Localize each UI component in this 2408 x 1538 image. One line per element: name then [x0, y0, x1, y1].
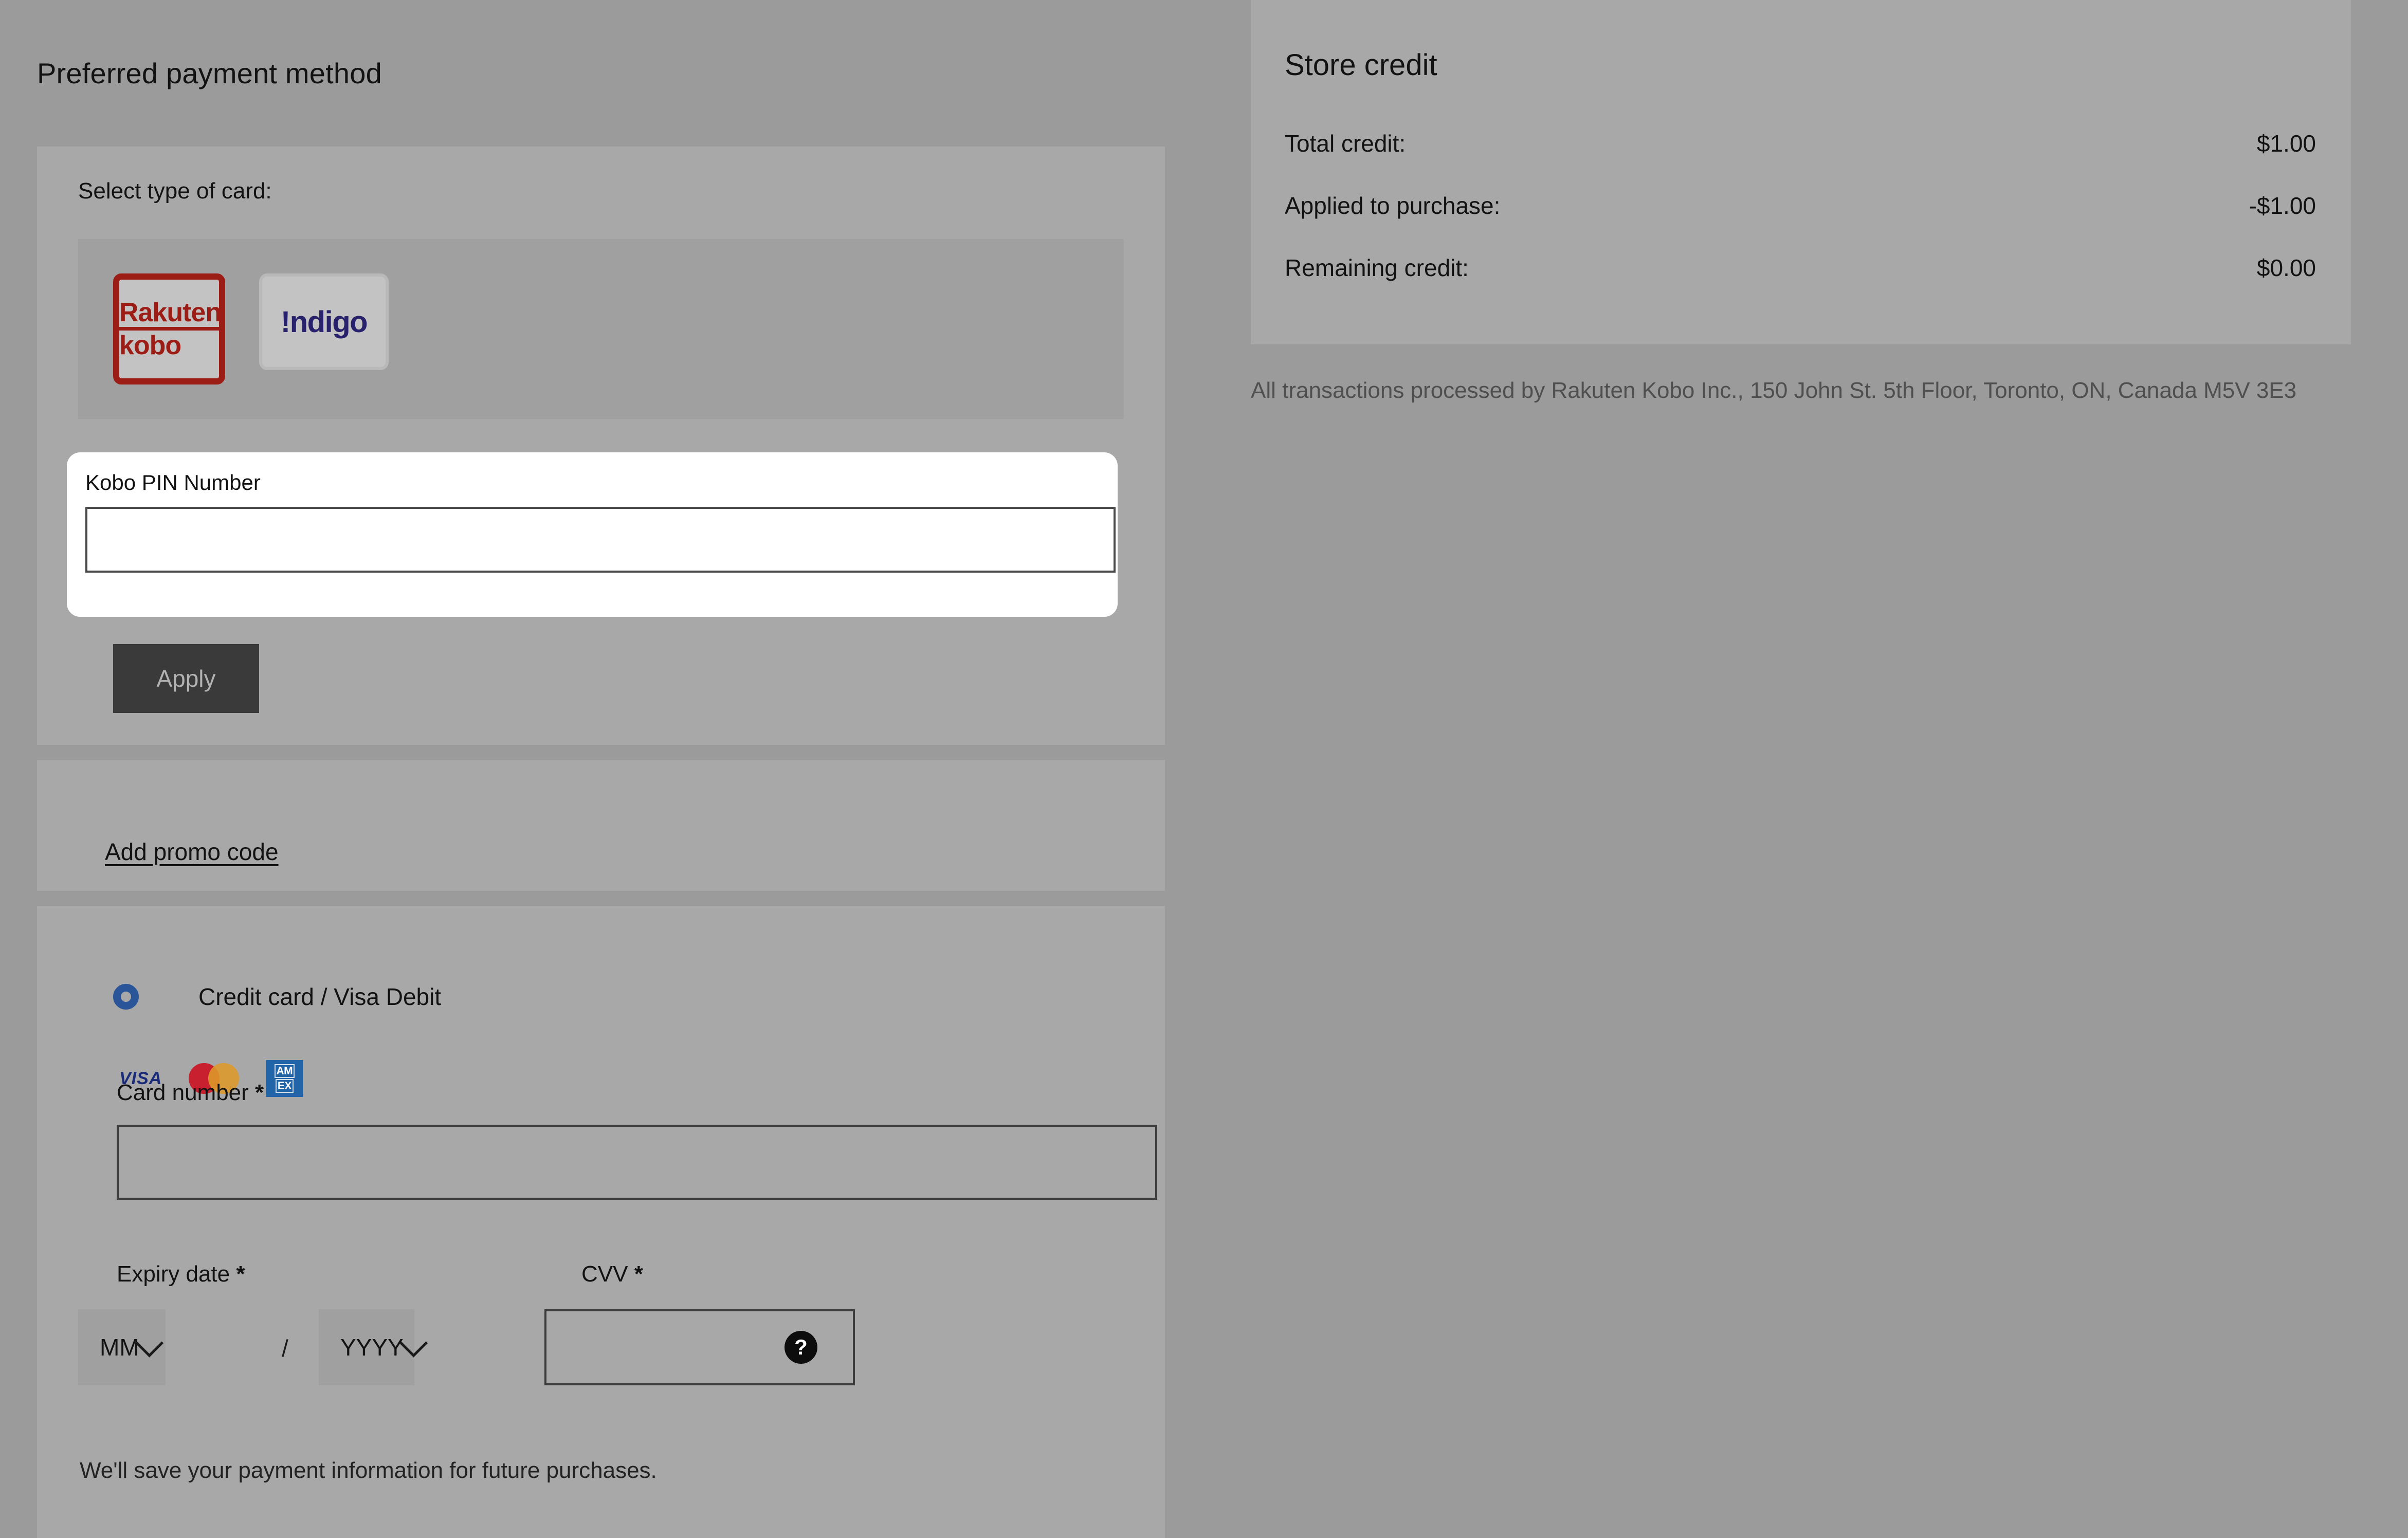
rakuten-kobo-logo-line1: Rakuten — [119, 299, 219, 331]
store-credit-total-value: $1.00 — [2256, 130, 2316, 157]
credit-card-section: Credit card / Visa Debit VISA AM EX Card … — [37, 906, 1165, 1538]
expiry-month-value: MM — [100, 1334, 139, 1361]
amex-icon: AM EX — [266, 1060, 303, 1097]
page-title: Preferred payment method — [37, 57, 382, 89]
order-summary-column: Store credit Total credit: $1.00 Applied… — [1251, 0, 2408, 1538]
indigo-logo: !ndigo — [280, 305, 368, 339]
cvv-help-icon[interactable]: ? — [785, 1331, 817, 1364]
store-credit-applied-value: -$1.00 — [2249, 192, 2316, 219]
expiry-year-select[interactable]: YYYY — [319, 1309, 428, 1385]
select-card-type-label: Select type of card: — [78, 178, 272, 204]
store-credit-row-remaining: Remaining credit: $0.00 — [1285, 253, 2316, 283]
card-option-rakuten-kobo[interactable]: Rakuten kobo — [113, 273, 225, 384]
cvv-label-text: CVV — [581, 1261, 628, 1287]
expiry-date-label: Expiry date * — [117, 1259, 245, 1289]
credit-card-radio[interactable] — [113, 984, 139, 1010]
cvv-label: CVV * — [581, 1259, 643, 1289]
store-credit-applied-label: Applied to purchase: — [1285, 192, 1501, 219]
promo-code-section: Add promo code — [37, 760, 1165, 891]
kobo-pin-label: Kobo PIN Number — [85, 470, 261, 495]
store-credit-remaining-label: Remaining credit: — [1285, 254, 1469, 281]
expiry-month-select[interactable]: MM — [78, 1309, 166, 1385]
store-credit-rows: Total credit: $1.00 Applied to purchase:… — [1285, 129, 2316, 315]
rakuten-kobo-logo-line2: kobo — [119, 330, 181, 360]
payment-form-column: Preferred payment method Select type of … — [0, 0, 1165, 1538]
card-number-label: Card number * — [117, 1078, 264, 1107]
expiry-date-required-marker: * — [236, 1261, 245, 1287]
store-credit-row-applied: Applied to purchase: -$1.00 — [1285, 191, 2316, 221]
save-payment-info-note: We'll save your payment information for … — [80, 1458, 657, 1483]
apply-button[interactable]: Apply — [113, 644, 259, 713]
rakuten-kobo-logo: Rakuten kobo — [119, 299, 219, 360]
transaction-legal-note: All transactions processed by Rakuten Ko… — [1251, 378, 2297, 403]
credit-card-radio-label: Credit card / Visa Debit — [198, 983, 442, 1010]
card-option-indigo[interactable]: !ndigo — [259, 273, 389, 370]
expiry-separator: / — [282, 1335, 288, 1362]
credit-card-radio-row[interactable]: Credit card / Visa Debit — [113, 983, 441, 1011]
add-promo-code-link[interactable]: Add promo code — [105, 838, 279, 866]
cvv-required-marker: * — [634, 1261, 643, 1287]
store-credit-remaining-value: $0.00 — [2256, 254, 2316, 281]
card-number-input[interactable] — [117, 1125, 1157, 1200]
kobo-pin-input[interactable] — [85, 507, 1116, 573]
card-brand-picker: Rakuten kobo !ndigo — [78, 239, 1124, 419]
checkout-payment-page: Preferred payment method Select type of … — [0, 0, 2408, 1538]
store-credit-title: Store credit — [1285, 48, 1437, 82]
card-number-label-text: Card number — [117, 1080, 249, 1105]
kobo-pin-field-group: Kobo PIN Number — [67, 452, 1118, 617]
expiry-date-label-text: Expiry date — [117, 1261, 230, 1287]
card-number-required-marker: * — [255, 1080, 264, 1105]
store-credit-row-total: Total credit: $1.00 — [1285, 129, 2316, 159]
chevron-down-icon — [135, 1328, 163, 1358]
card-type-section: Select type of card: Rakuten kobo !ndigo… — [37, 147, 1165, 745]
store-credit-total-label: Total credit: — [1285, 130, 1406, 157]
expiry-year-value: YYYY — [340, 1334, 404, 1361]
store-credit-panel: Store credit Total credit: $1.00 Applied… — [1251, 0, 2351, 344]
